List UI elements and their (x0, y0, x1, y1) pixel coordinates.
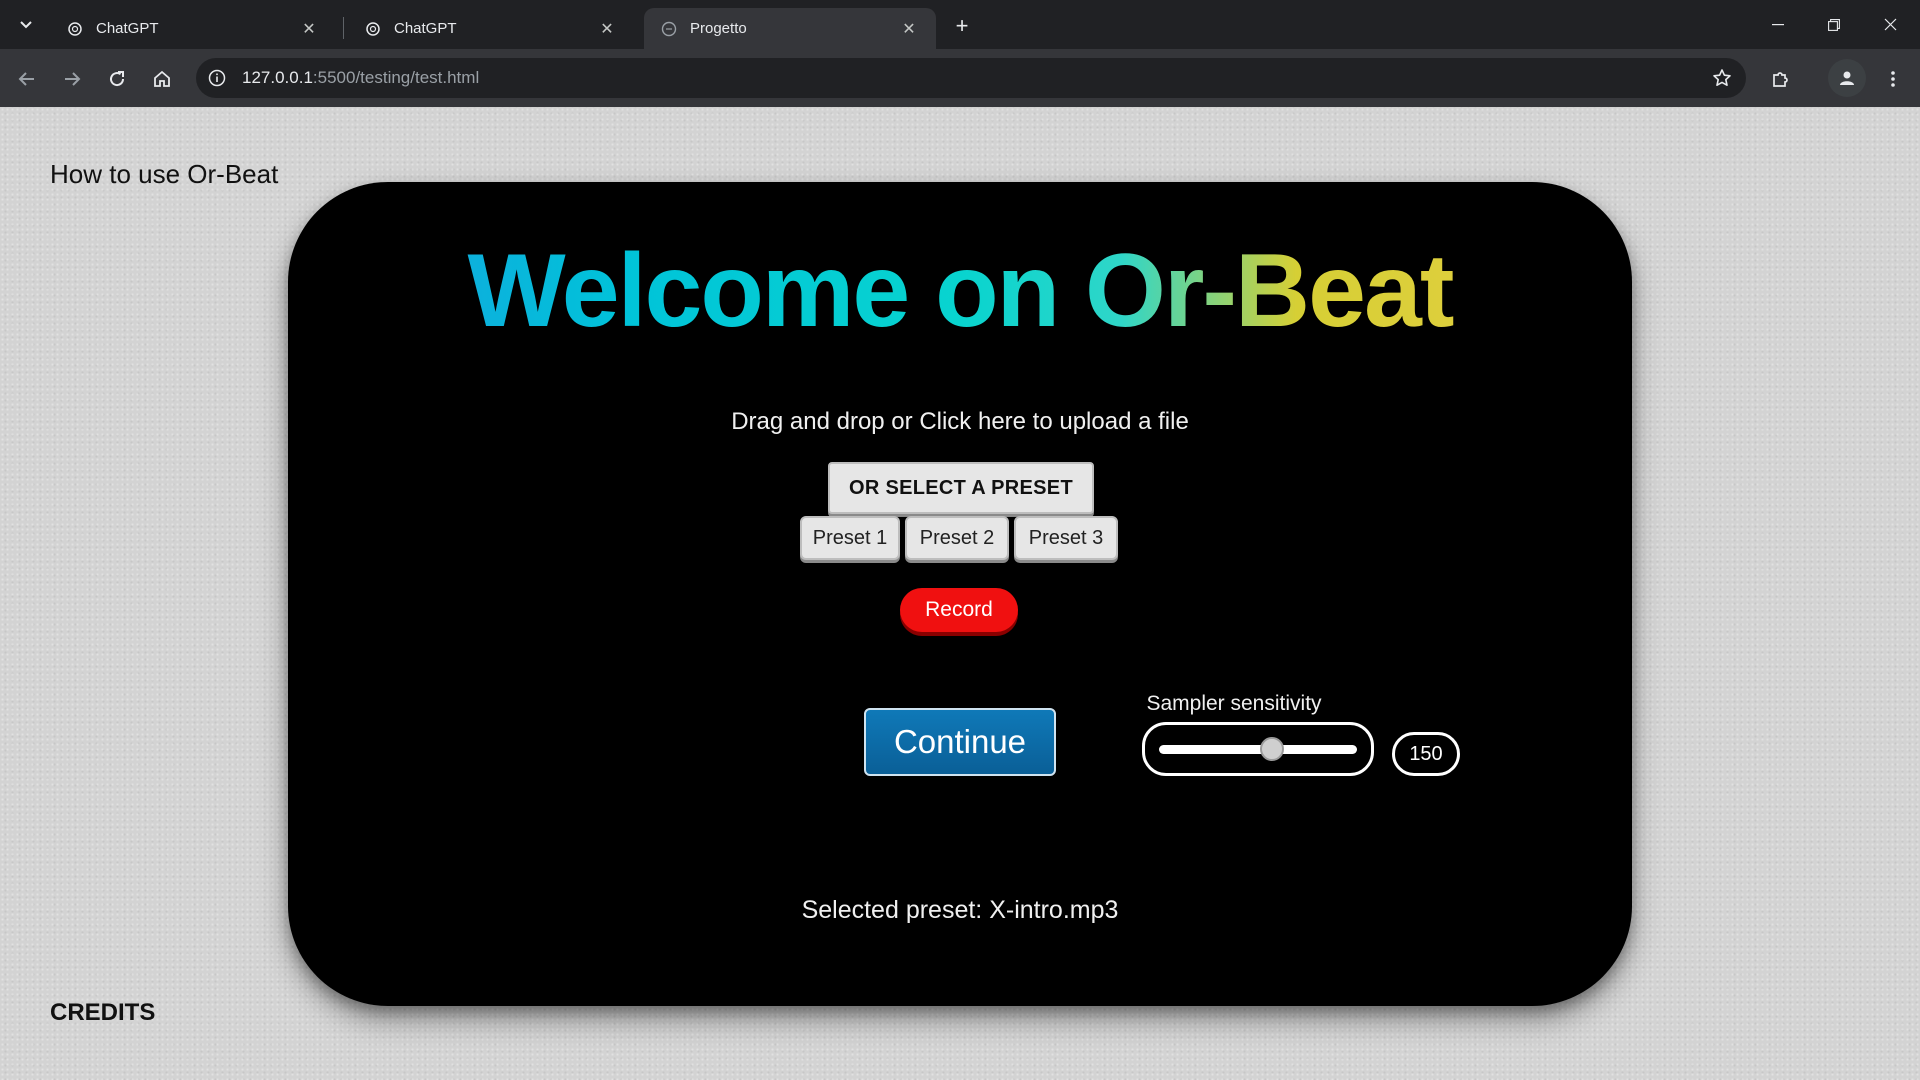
preset-2-button[interactable]: Preset 2 (905, 516, 1009, 560)
tab-divider (343, 17, 344, 39)
close-icon[interactable]: ✕ (298, 18, 320, 40)
close-window-icon[interactable] (1862, 0, 1918, 49)
page-viewport: How to use Or-Beat CREDITS Welcome on Or… (0, 107, 1920, 1080)
sensitivity-value[interactable]: 150 (1392, 732, 1460, 776)
close-icon[interactable]: ✕ (596, 18, 618, 40)
sensitivity-label: Sampler sensitivity (1146, 692, 1322, 715)
selected-preset-text: Selected preset: X-intro.mp3 (801, 896, 1119, 924)
new-tab-plus-icon[interactable]: + (946, 10, 978, 42)
close-icon[interactable]: ✕ (898, 18, 920, 40)
browser-tabstrip: ChatGPT ✕ ChatGPT ✕ Progetto ✕ + (0, 0, 1920, 49)
minimize-icon[interactable] (1750, 0, 1806, 49)
home-icon[interactable] (145, 62, 179, 96)
extensions-puzzle-icon[interactable] (1764, 62, 1798, 96)
profile-avatar-icon[interactable] (1828, 59, 1866, 97)
tab-progetto[interactable]: Progetto ✕ (644, 8, 936, 49)
forward-arrow-icon[interactable] (55, 62, 89, 96)
back-arrow-icon[interactable] (10, 62, 44, 96)
slider-thumb[interactable] (1259, 737, 1284, 761)
globe-icon (660, 20, 678, 38)
page-title: Welcome on Or-Beat (288, 232, 1632, 351)
record-button[interactable]: Record (900, 588, 1018, 632)
tab-title: Progetto (690, 20, 747, 37)
bookmark-star-icon[interactable] (1710, 66, 1734, 90)
preset-1-button[interactable]: Preset 1 (800, 516, 900, 560)
credits-link[interactable]: CREDITS (50, 999, 155, 1027)
main-card: Welcome on Or-Beat Drag and drop or Clic… (288, 182, 1632, 1006)
continue-button[interactable]: Continue (864, 708, 1056, 776)
tab-title: ChatGPT (394, 20, 457, 37)
reload-icon[interactable] (100, 62, 134, 96)
sensitivity-slider[interactable] (1142, 722, 1374, 776)
restore-icon[interactable] (1806, 0, 1862, 49)
more-menu-icon[interactable] (1876, 62, 1910, 96)
preset-3-button[interactable]: Preset 3 (1014, 516, 1118, 560)
how-to-use-link[interactable]: How to use Or-Beat (50, 159, 278, 190)
url-host: 127.0.0.1 (242, 68, 313, 87)
openai-icon (66, 20, 84, 38)
url-path: :5500/testing/test.html (312, 68, 480, 87)
url-text: 127.0.0.1:5500/testing/test.html (242, 68, 479, 88)
browser-toolbar: 127.0.0.1:5500/testing/test.html (0, 49, 1920, 107)
tab-search-chevron-icon[interactable] (10, 10, 42, 40)
address-bar[interactable]: 127.0.0.1:5500/testing/test.html (196, 58, 1746, 98)
upload-dropzone[interactable]: Drag and drop or Click here to upload a … (288, 408, 1632, 436)
tab-chatgpt-1[interactable]: ChatGPT ✕ (50, 8, 336, 49)
openai-icon (364, 20, 382, 38)
tab-title: ChatGPT (96, 20, 159, 37)
tab-chatgpt-2[interactable]: ChatGPT ✕ (348, 8, 634, 49)
info-icon[interactable] (206, 67, 228, 89)
select-preset-button[interactable]: OR SELECT A PRESET (828, 462, 1094, 514)
slider-track[interactable] (1159, 745, 1357, 754)
